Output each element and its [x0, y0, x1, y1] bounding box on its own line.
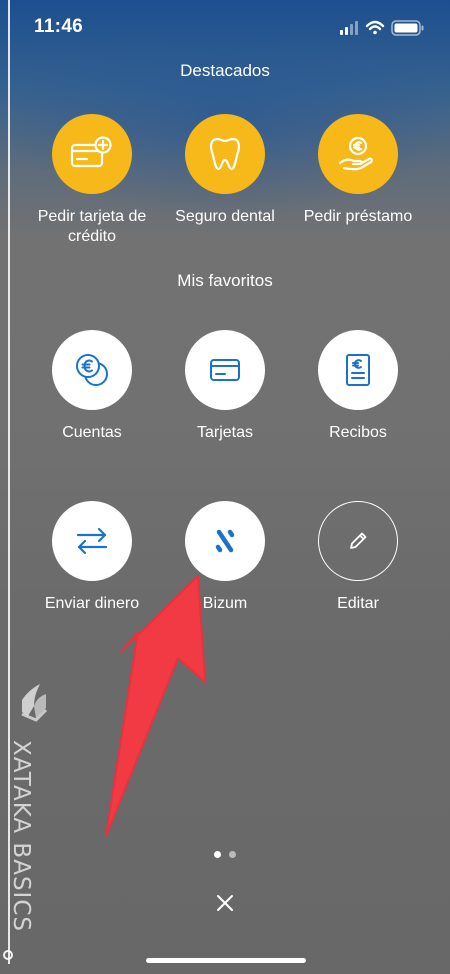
close-icon: [217, 895, 233, 911]
page-indicator[interactable]: [0, 851, 450, 858]
watermark-text: XATAKA BASICS: [8, 740, 34, 932]
close-button[interactable]: [210, 888, 240, 918]
red-arrow-annotation: [105, 575, 206, 837]
page-dot-active[interactable]: [214, 851, 221, 858]
home-indicator[interactable]: [146, 958, 306, 963]
page-dot[interactable]: [229, 851, 236, 858]
